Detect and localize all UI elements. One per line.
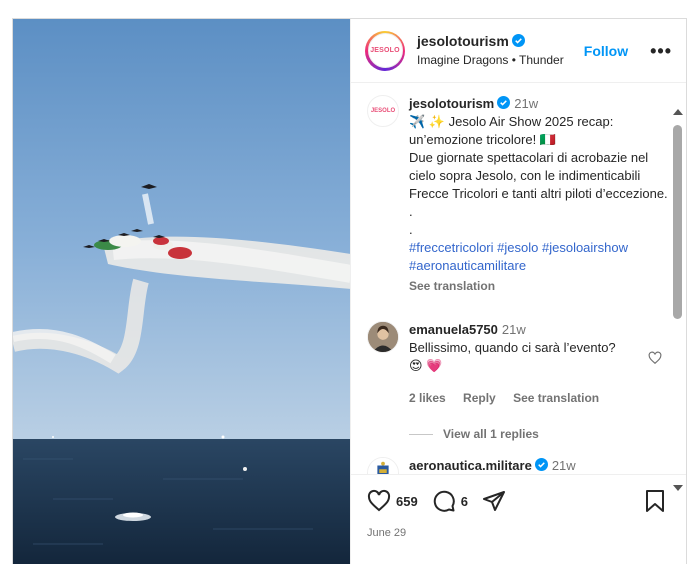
profile-avatar[interactable]: JESOLO [365, 30, 405, 71]
post-date[interactable]: June 29 [367, 527, 670, 539]
comment-emoji: 😍 💗 [409, 358, 443, 373]
like-count[interactable]: 659 [396, 494, 418, 509]
header-info: jesolotourism Imagine Dragons • Thunder [417, 32, 584, 69]
comment-icon[interactable] [432, 489, 456, 513]
verified-icon [497, 96, 511, 109]
comment-like-icon[interactable] [648, 351, 662, 365]
bookmark-icon[interactable] [644, 489, 666, 513]
comment-item: aeronautica.militare 21w [367, 457, 672, 474]
scroll-up-arrow-icon[interactable] [673, 109, 683, 115]
follow-button[interactable]: Follow [584, 43, 628, 59]
comment-time: 21w [551, 458, 576, 473]
comment-action: 6 [432, 489, 468, 513]
hashtag-link[interactable]: #jesolo [497, 240, 538, 255]
comment-likes[interactable]: 2 likes [409, 391, 446, 405]
caption: JESOLO jesolotourism 21w ✈️ ✨ Jesolo Air … [367, 95, 672, 295]
comment-username[interactable]: aeronautica.militare [409, 458, 532, 473]
caption-avatar[interactable]: JESOLO [367, 95, 399, 127]
commenter-avatar[interactable] [367, 321, 399, 353]
share-icon[interactable] [482, 489, 506, 513]
more-options-icon[interactable]: ••• [650, 42, 672, 60]
hashtag-link[interactable]: #freccetricolori [409, 240, 494, 255]
audio-track[interactable]: Imagine Dragons • Thunder [417, 51, 584, 69]
air-show-image [13, 19, 350, 564]
comment-count[interactable]: 6 [461, 494, 468, 509]
crest-icon [368, 458, 398, 474]
jesolo-logo: JESOLO [367, 33, 403, 68]
post-header: JESOLO jesolotourism Imagine Dragons • T… [351, 19, 686, 83]
caption-line-2: Due giornate spettacolari di acrobazie n… [409, 150, 668, 201]
scroll-thumb[interactable] [673, 125, 682, 319]
share-action [482, 489, 506, 513]
comment-meta: 2 likes Reply See translation [409, 389, 672, 407]
caption-dot-1: . [409, 204, 413, 219]
verified-icon [511, 34, 525, 47]
comment-text: Bellissimo, quando ci sarà l’evento? [409, 340, 616, 355]
post-video[interactable] [13, 19, 350, 564]
action-row: 659 6 [367, 489, 670, 513]
person-icon [368, 322, 398, 352]
comment-username[interactable]: emanuela5750 [409, 322, 498, 337]
heart-icon[interactable] [367, 489, 391, 513]
hashtag-link[interactable]: #aeronauticamilitare [409, 258, 526, 273]
logo-text: JESOLO [370, 47, 400, 54]
comment-time: 21w [501, 322, 526, 337]
caption-dot-2: . [409, 222, 413, 237]
reply-button[interactable]: Reply [463, 391, 496, 405]
view-replies-button[interactable]: View all 1 replies [409, 427, 672, 441]
comments-section: JESOLO jesolotourism 21w ✈️ ✨ Jesolo Air … [351, 83, 672, 474]
action-bar: 659 6 June 29 [351, 474, 686, 564]
post-modal: JESOLO jesolotourism Imagine Dragons • T… [12, 18, 687, 564]
comments-scrollbar[interactable] [671, 105, 683, 493]
verified-icon [534, 458, 548, 471]
caption-username[interactable]: jesolotourism [409, 96, 494, 111]
hashtag-link[interactable]: #jesoloairshow [542, 240, 628, 255]
header-username[interactable]: jesolotourism [417, 33, 509, 49]
hashtag-list: #freccetricolori #jesolo #jesoloairshow … [409, 239, 672, 275]
comment-body: emanuela5750 21w Bellissimo, quando ci sa… [409, 321, 672, 407]
caption-see-translation[interactable]: See translation [409, 277, 672, 295]
comment-body: aeronautica.militare 21w [409, 457, 672, 474]
replies-divider [409, 433, 433, 435]
post-side-panel: JESOLO jesolotourism Imagine Dragons • T… [350, 19, 686, 564]
comment-see-translation[interactable]: See translation [513, 391, 599, 405]
save-action [644, 489, 666, 513]
comment-item: emanuela5750 21w Bellissimo, quando ci sa… [367, 321, 672, 407]
caption-body: jesolotourism 21w ✈️ ✨ Jesolo Air Show 20… [409, 95, 672, 295]
commenter-avatar[interactable] [367, 457, 399, 474]
like-action: 659 [367, 489, 418, 513]
view-replies-label: View all 1 replies [443, 427, 539, 441]
caption-time: 21w [514, 96, 539, 111]
caption-logo-text: JESOLO [370, 108, 396, 114]
caption-line-1: ✈️ ✨ Jesolo Air Show 2025 recap: un’emoz… [409, 114, 614, 147]
